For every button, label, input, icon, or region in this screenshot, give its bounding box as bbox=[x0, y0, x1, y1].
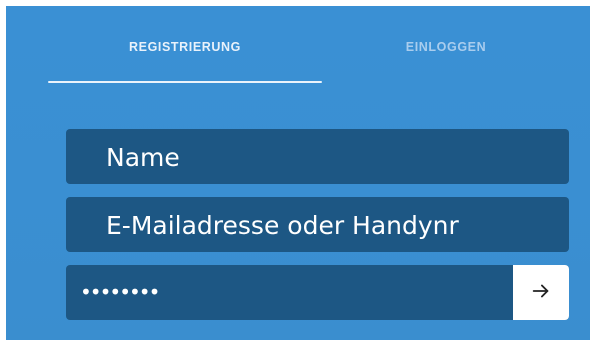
auth-panel: REGISTRIERUNG EINLOGGEN Name E-Mailadres… bbox=[6, 6, 590, 340]
active-tab-indicator bbox=[48, 81, 322, 83]
email-or-phone-field[interactable]: E-Mailadresse oder Handynr bbox=[66, 197, 569, 252]
name-field[interactable]: Name bbox=[66, 129, 569, 184]
password-value: •••••••• bbox=[80, 280, 160, 304]
auth-tabs: REGISTRIERUNG EINLOGGEN bbox=[6, 6, 590, 92]
tab-registrierung[interactable]: REGISTRIERUNG bbox=[48, 40, 322, 60]
password-field[interactable]: •••••••• bbox=[66, 265, 569, 320]
submit-button[interactable] bbox=[513, 265, 569, 320]
tab-einloggen[interactable]: EINLOGGEN bbox=[326, 40, 566, 60]
arrow-right-icon bbox=[530, 280, 552, 306]
